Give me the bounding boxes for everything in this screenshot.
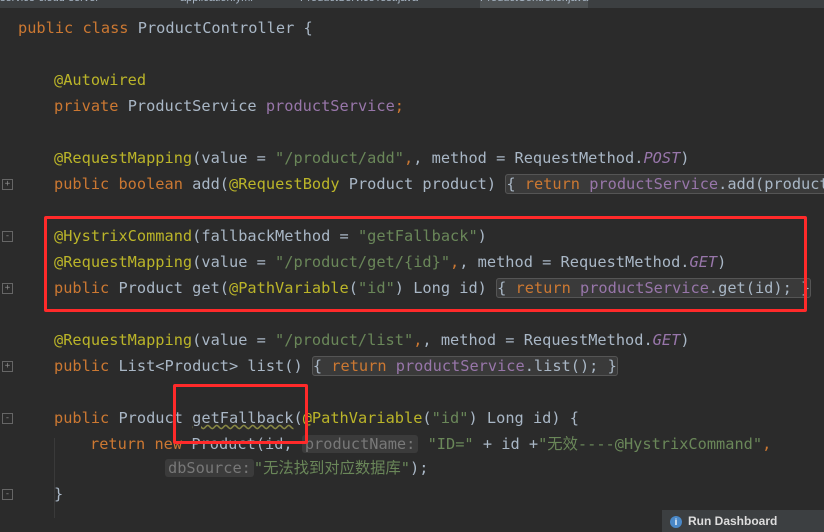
- class-declaration-line: public class ProductController {: [18, 19, 313, 37]
- run-dashboard-button[interactable]: i Run Dashboard: [662, 510, 824, 532]
- fold-toggle-icon[interactable]: -: [2, 413, 13, 424]
- fallback-method-line: public Product getFallback(@PathVariable…: [54, 409, 579, 427]
- fold-toggle-icon[interactable]: +: [2, 179, 13, 190]
- fold-toggle-icon[interactable]: +: [2, 283, 13, 294]
- info-icon: i: [670, 515, 682, 528]
- folded-body[interactable]: { return productService.add(product);: [505, 174, 824, 194]
- highlight-box-fallback-name: [173, 384, 308, 444]
- fold-toggle-icon[interactable]: +: [2, 361, 13, 372]
- db-source-line: dbSource: "无法找到对应数据库");: [165, 458, 428, 478]
- fold-toggle-icon[interactable]: -: [2, 489, 13, 500]
- closing-brace: }: [54, 485, 64, 503]
- folded-body[interactable]: { return productService.list(); }: [311, 356, 618, 376]
- run-dashboard-label: Run Dashboard: [688, 514, 778, 528]
- tab-product-controller[interactable]: ProductController.java: [480, 0, 589, 8]
- tab-service-cloud-server[interactable]: service-cloud-server: [0, 0, 99, 8]
- parameter-hint: productName:: [301, 435, 419, 453]
- parameter-hint: dbSource:: [165, 459, 254, 477]
- editor-tab-bar: service-cloud-server application.yml Pro…: [0, 0, 824, 8]
- product-service-field: private ProductService productService;: [54, 97, 404, 115]
- list-request-mapping: @RequestMapping(value = "/product/list",…: [54, 331, 690, 349]
- add-method-line: public boolean add(@RequestBody Product …: [54, 174, 824, 194]
- highlight-box-hystrix-method: [44, 216, 807, 312]
- code-editor[interactable]: public class ProductController { @Autowi…: [0, 8, 824, 530]
- list-method-line: public List<Product> list() { return pro…: [54, 356, 618, 376]
- autowired-annotation: @Autowired: [54, 71, 147, 89]
- fold-toggle-icon[interactable]: -: [2, 231, 13, 242]
- tab-product-service-test[interactable]: ProductServiceTest.java: [300, 0, 418, 8]
- add-request-mapping: @RequestMapping(value = "/product/add",,…: [54, 149, 690, 167]
- indent-guide: [54, 438, 55, 518]
- tab-application-yml[interactable]: application.yml: [180, 0, 253, 8]
